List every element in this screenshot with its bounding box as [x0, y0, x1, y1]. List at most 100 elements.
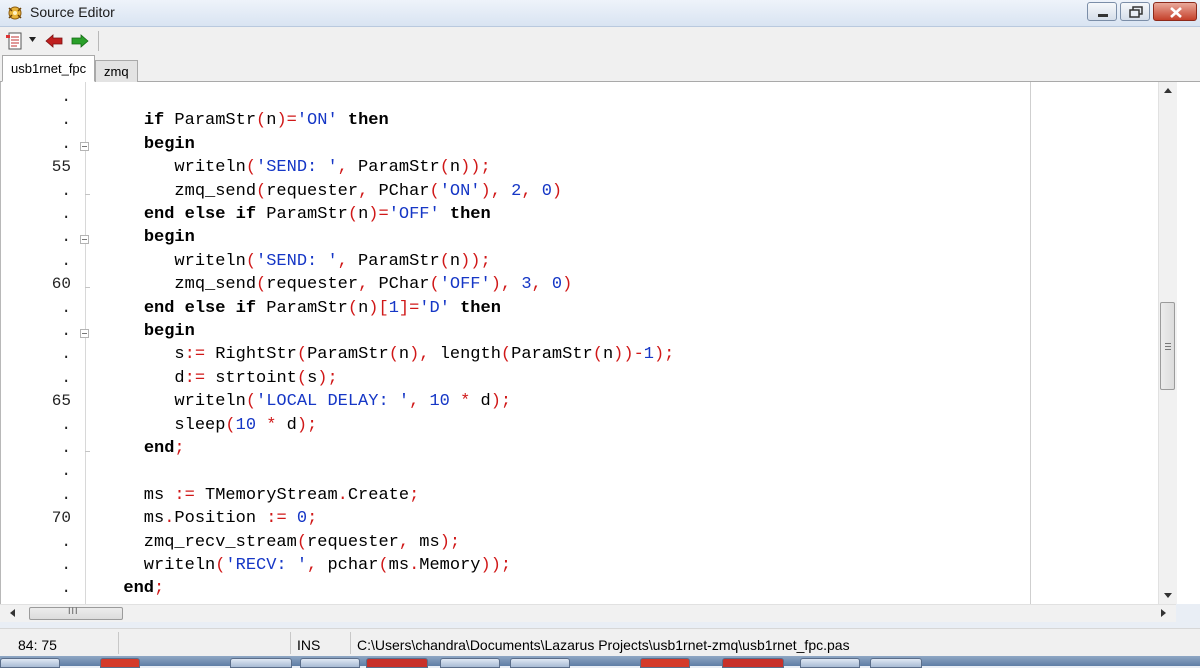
code-token: 0	[551, 275, 563, 295]
code-token: requester	[266, 275, 359, 295]
code-line[interactable]: s:= RightStr(ParamStr(n), length(ParamSt…	[103, 345, 674, 364]
code-token: then	[347, 111, 389, 131]
code-line[interactable]: zmq_send(requester, PChar('OFF'), 3, 0)	[103, 275, 572, 294]
vertical-scroll-thumb[interactable]	[1160, 302, 1175, 390]
code-line[interactable]: begin	[103, 322, 195, 341]
horizontal-scrollbar[interactable]: III	[0, 604, 1176, 622]
code-token: then	[449, 205, 491, 224]
code-line[interactable]: begin	[103, 135, 195, 154]
code-line[interactable]: begin	[103, 228, 195, 247]
code-token: ,	[398, 532, 410, 552]
line-number: .	[61, 439, 71, 457]
taskbar-button[interactable]	[230, 658, 292, 668]
minimize-icon	[1098, 14, 1108, 17]
taskbar-button[interactable]	[800, 658, 860, 668]
code-token: d	[103, 368, 185, 388]
code-line[interactable]: d:= strtoint(s);	[103, 368, 337, 388]
cursor-position: 84: 75	[18, 637, 57, 653]
taskbar-button[interactable]	[300, 658, 360, 668]
code-token: :=	[174, 485, 195, 505]
code-token: ;	[664, 345, 675, 365]
code-line[interactable]: end;	[103, 439, 185, 458]
scroll-down-icon[interactable]	[1159, 586, 1177, 604]
line-number: .	[61, 415, 71, 434]
forward-arrow-icon[interactable]	[70, 32, 90, 50]
code-token: 1	[388, 298, 399, 318]
line-number: 55	[51, 158, 71, 177]
code-line[interactable]: zmq_send(requester, PChar('ON'), 2, 0)	[103, 182, 562, 201]
code-token: 'ON'	[439, 181, 481, 201]
taskbar-button[interactable]	[0, 658, 60, 668]
code-token: strtoint	[205, 368, 297, 388]
code-line[interactable]: writeln('SEND: ', ParamStr(n));	[103, 158, 490, 178]
code-line[interactable]: writeln('LOCAL DELAY: ', 10 * d);	[103, 392, 511, 411]
scroll-left-icon[interactable]	[8, 608, 18, 618]
scroll-up-icon[interactable]	[1159, 82, 1177, 100]
code-token: 'OFF'	[388, 205, 440, 224]
tab-zmq[interactable]: zmq	[95, 60, 138, 82]
fold-toggle-icon[interactable]	[80, 329, 89, 338]
code-token: n	[449, 158, 461, 178]
maximize-button[interactable]	[1120, 2, 1150, 21]
document-list-icon[interactable]	[6, 32, 24, 50]
taskbar-button[interactable]	[366, 658, 428, 668]
dropdown-arrow-icon[interactable]	[28, 36, 38, 54]
minimize-button[interactable]	[1087, 2, 1117, 21]
code-token: PChar	[368, 275, 430, 295]
scroll-right-icon[interactable]	[1158, 608, 1168, 618]
back-arrow-icon[interactable]	[44, 32, 64, 50]
code-token: 'LOCAL DELAY: '	[256, 392, 410, 412]
vertical-scrollbar[interactable]	[1158, 82, 1177, 604]
code-line[interactable]: sleep(10 * d);	[103, 416, 317, 435]
code-token: ParamStr	[347, 158, 440, 178]
code-token: pchar	[317, 556, 379, 575]
taskbar-button[interactable]	[510, 658, 570, 668]
code-token: ))	[613, 345, 634, 365]
close-button[interactable]	[1153, 2, 1197, 21]
code-line[interactable]: ms.Position := 0;	[103, 509, 317, 528]
code-line[interactable]: ms := TMemoryStream.Create;	[103, 486, 419, 505]
taskbar-button[interactable]	[870, 658, 922, 668]
code-token: (	[296, 368, 308, 388]
code-token: ms	[103, 485, 175, 505]
code-token: writeln	[103, 392, 246, 412]
code-token: else	[184, 205, 226, 224]
code-token: =	[378, 205, 389, 224]
code-line[interactable]: if ParamStr(n)='ON' then	[103, 111, 389, 130]
line-number: .	[61, 181, 71, 200]
fold-toggle-icon[interactable]	[80, 235, 89, 245]
code-line[interactable]: zmq_recv_stream(requester, ms);	[103, 533, 460, 552]
code-editor[interactable]: ... 55.... 60.... 65.... 70... if ParamStr(n…	[0, 82, 1200, 604]
horizontal-scroll-thumb[interactable]: III	[29, 606, 123, 620]
code-line[interactable]: writeln('SEND: ', ParamStr(n));	[103, 251, 491, 271]
taskbar-button[interactable]	[440, 658, 500, 668]
code-token: (	[256, 275, 267, 295]
code-token: ,	[521, 181, 532, 201]
taskbar-button[interactable]	[100, 658, 140, 668]
code-token: if	[143, 111, 165, 131]
code-line[interactable]: writeln('RECV: ', pchar(ms.Memory));	[103, 556, 511, 575]
code-token: ;	[480, 251, 491, 271]
code-line[interactable]: end else if ParamStr(n)[1]='D' then	[103, 299, 501, 318]
code-token: (	[215, 556, 226, 575]
fold-toggle-icon[interactable]	[80, 141, 89, 151]
taskbar-button[interactable]	[722, 658, 784, 668]
line-number-gutter: ... 55.... 60.... 65.... 70...	[1, 82, 77, 604]
code-token: ms	[103, 509, 165, 529]
code-token: 2	[511, 181, 522, 201]
code-token: )	[490, 275, 501, 295]
code-line[interactable]: end else if ParamStr(n)='OFF' then	[103, 205, 491, 224]
taskbar-button[interactable]	[640, 658, 690, 668]
code-token: )	[480, 181, 491, 201]
tab-usb1rnet-fpc[interactable]: usb1rnet_fpc	[2, 55, 96, 82]
horizontal-scroll-grip: III	[68, 606, 79, 616]
code-token: ParamStr	[511, 345, 593, 365]
code-line[interactable]: end;	[103, 579, 164, 598]
code-token: (	[245, 158, 257, 178]
code-token: then	[460, 298, 501, 318]
code-token: end	[143, 298, 175, 318]
